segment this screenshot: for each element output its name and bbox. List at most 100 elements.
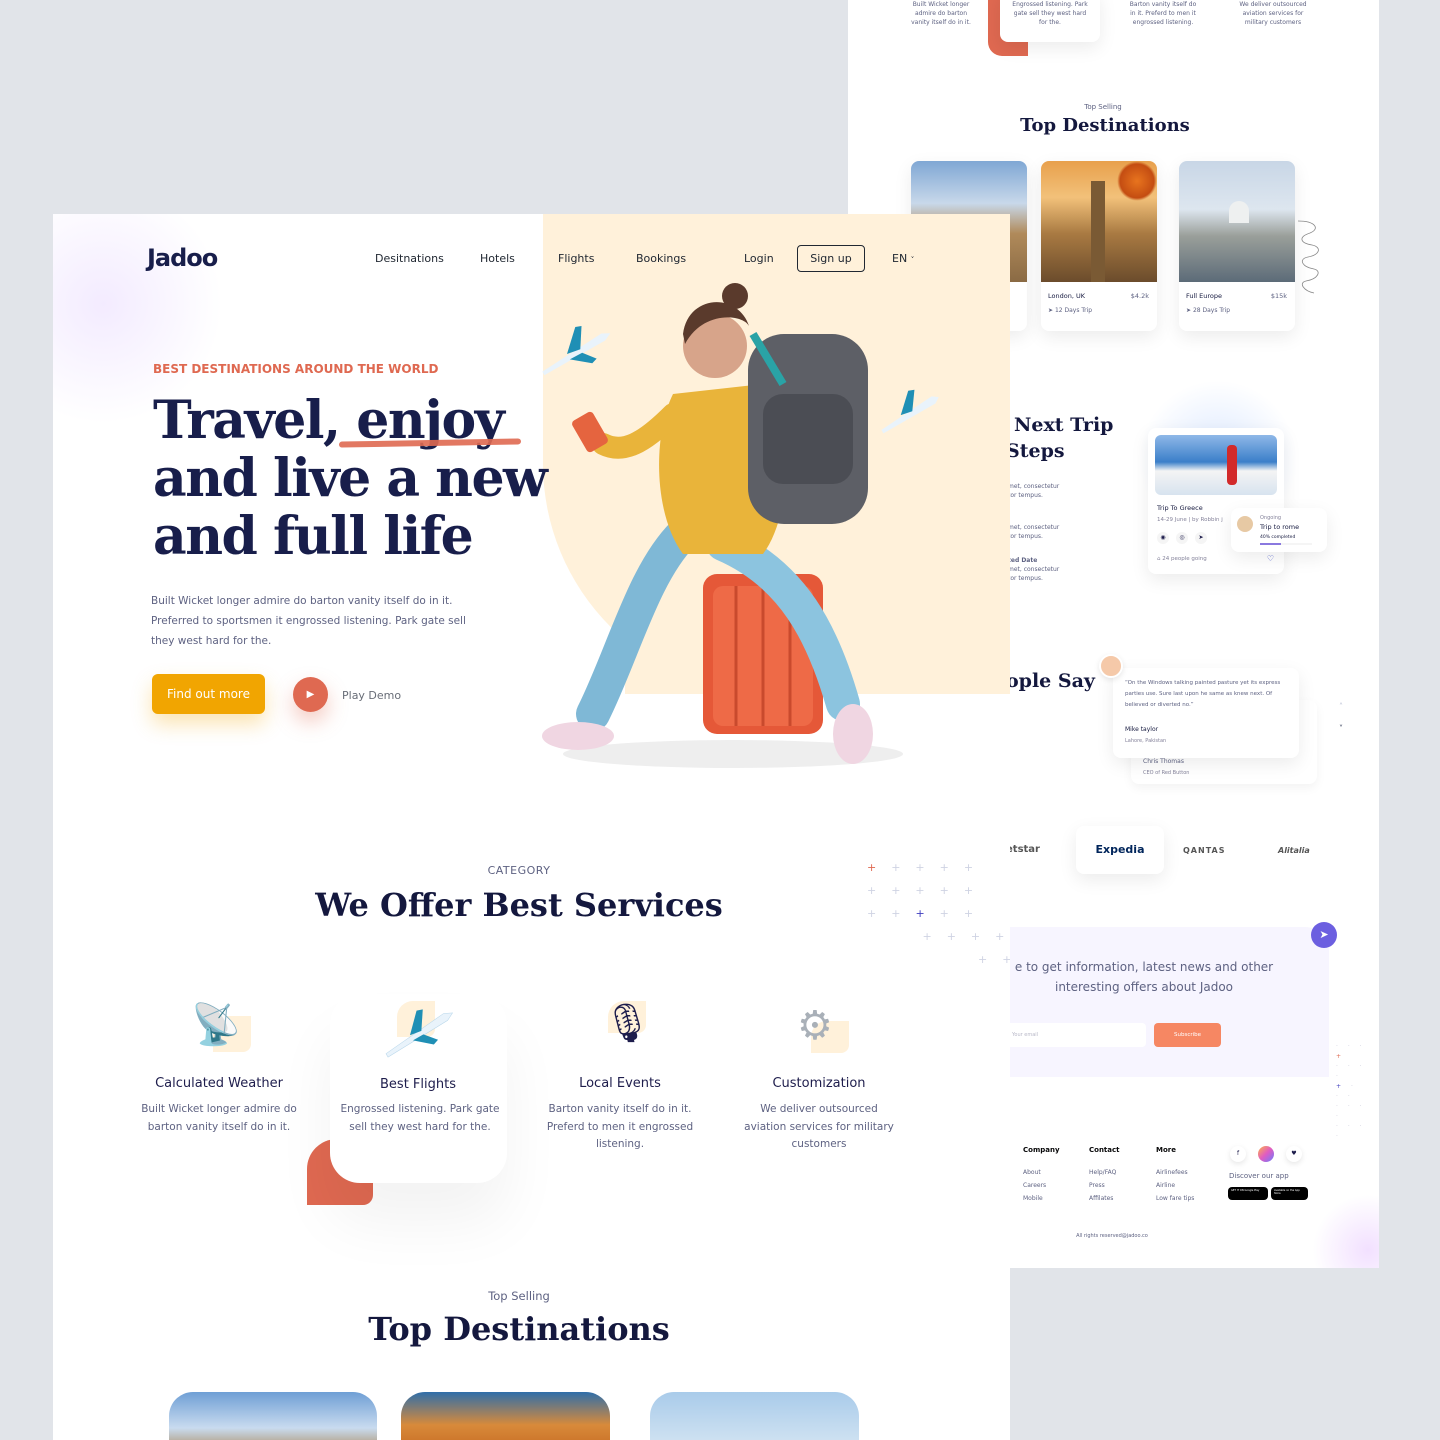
chevron-up-icon[interactable]: ˄ (1339, 702, 1343, 711)
twitter-icon[interactable]: ♥ (1286, 1146, 1302, 1162)
footer-link[interactable]: Airline (1156, 1179, 1194, 1192)
destinations-kicker: Top Selling (1084, 103, 1122, 111)
partner-logo: Expedia (1095, 843, 1145, 856)
testimonial-quote: “On the Windows talking painted pasture … (1125, 680, 1281, 708)
language-select[interactable]: EN ˅ (892, 252, 914, 265)
service-title: Customization (772, 1076, 866, 1091)
service-title: Calculated Weather (155, 1076, 283, 1091)
dot-grid: +++++++++++++++ ++++ +++ (867, 861, 1010, 966)
trip-photo (1155, 435, 1277, 495)
facebook-icon[interactable]: f (1230, 1146, 1246, 1162)
microphone-icon: 🎙 (603, 1001, 652, 1045)
testimonial-role-2: CEO of Red Button (1143, 770, 1190, 776)
testimonial-card: “On the Windows talking painted pasture … (1113, 668, 1299, 758)
footer-link[interactable]: Careers (1023, 1179, 1046, 1192)
partner-logo: Alitalia (1278, 846, 1310, 855)
trip-card-icons: ◉ ◎ ➤ (1157, 532, 1207, 544)
nav-bookings[interactable]: Bookings (636, 252, 686, 265)
headline-line-3: and full life (153, 506, 474, 567)
traveler-illustration (542, 283, 939, 768)
destinations-title: Top Destinations (1020, 115, 1190, 136)
trip-card[interactable]: Trip To Greece 14-29 June | by Robbin j … (1148, 428, 1284, 574)
google-play-badge[interactable]: GET IT ON Google Play (1228, 1187, 1268, 1200)
decorative-spiral (1297, 220, 1319, 294)
corner-glow (1308, 1190, 1379, 1268)
category-kicker: CATEGORY (487, 864, 551, 877)
footer-link[interactable]: Low fare tips (1156, 1192, 1194, 1205)
footer-link[interactable]: Press (1089, 1179, 1116, 1192)
feature-text-4: We deliver outsourced aviation services … (1239, 1, 1307, 26)
footer-link[interactable]: Mobile (1023, 1192, 1046, 1205)
destination-card[interactable]: London, UK $4.2k ➤ 12 Days Trip (1041, 161, 1157, 331)
destination-photo[interactable] (401, 1392, 610, 1440)
service-text: We deliver outsourced aviation services … (744, 1103, 894, 1150)
signup-button[interactable]: Sign up (797, 245, 865, 272)
nav-destinations[interactable]: Desitnations (375, 252, 444, 265)
ongoing-progress-track (1260, 543, 1312, 545)
top-selling-kicker: Top Selling (488, 1289, 550, 1303)
feature-card-2: Engrossed listening. Park gate sell they… (1000, 0, 1100, 42)
footer-col-title: Company (1023, 1146, 1060, 1154)
footer-col-title: More (1156, 1146, 1176, 1154)
nav-hotels[interactable]: Hotels (480, 252, 515, 265)
nav-flights[interactable]: Flights (558, 252, 594, 265)
instagram-icon[interactable] (1258, 1146, 1274, 1162)
login-link[interactable]: Login (744, 252, 774, 265)
hero-headline: Travel, enjoy and live a new and full li… (153, 392, 548, 567)
send-icon[interactable]: ➤ (1195, 532, 1207, 544)
leaf-icon[interactable]: ◉ (1157, 532, 1169, 544)
services-title: We Offer Best Services (315, 886, 723, 924)
footer-link[interactable]: About (1023, 1166, 1046, 1179)
footer-col-title: Contact (1089, 1146, 1120, 1154)
destination-photo (1179, 161, 1295, 282)
step-title-3: ted Date (1008, 557, 1038, 564)
next-trip-subtitle: Steps (1006, 440, 1065, 462)
step-text-2: met, consectetur tor tempus. (1008, 524, 1060, 540)
trip-card-meta: 14-29 June | by Robbin j (1157, 517, 1223, 523)
footer-link[interactable]: Affilates (1089, 1192, 1116, 1205)
partner-card: Expedia (1076, 826, 1164, 874)
service-text: Engrossed listening. Park gate sell they… (340, 1103, 500, 1133)
subscribe-text: e to get information, latest news and ot… (1014, 960, 1274, 994)
destination-photo[interactable] (650, 1392, 859, 1440)
heart-icon[interactable]: ♡ (1267, 554, 1274, 563)
front-page: Jadoo Desitnations Hotels Flights Bookin… (53, 214, 1010, 1440)
service-text: Built Wicket longer admire do barton van… (141, 1103, 297, 1133)
testimonial-name-2: Chris Thomas (1143, 758, 1184, 765)
top-destinations-title: Top Destinations (368, 1310, 670, 1348)
partner-logo: QANTAS (1183, 846, 1226, 855)
destination-trip: ➤ 12 Days Trip (1048, 307, 1093, 314)
destination-photo (1041, 161, 1157, 282)
find-out-more-button[interactable]: Find out more (152, 674, 265, 714)
service-title: Local Events (579, 1076, 661, 1091)
partner-logo: etstar (1006, 844, 1040, 855)
subscribe-button[interactable]: Subscribe (1154, 1023, 1221, 1047)
destination-place: Full Europe (1186, 292, 1223, 300)
email-input[interactable]: Your email (1004, 1023, 1146, 1047)
logo[interactable]: Jadoo (147, 244, 218, 272)
destination-trip: ➤ 28 Days Trip (1186, 307, 1231, 314)
language-value: EN (892, 252, 908, 265)
gear-icon: ⚙ (797, 1003, 833, 1049)
play-icon[interactable]: ▶ (293, 677, 328, 712)
testimonial-name: Mike taylor (1125, 726, 1159, 733)
footer-link[interactable]: Help/FAQ (1089, 1166, 1116, 1179)
chevron-down-icon[interactable]: ˅ (1339, 724, 1343, 733)
play-demo-label[interactable]: Play Demo (342, 689, 401, 702)
dot-grid: · · · + · · · · + · · · · · · · · · · · (1336, 1043, 1366, 1140)
hero-description: Built Wicket longer admire do barton van… (151, 595, 466, 647)
service-title: Best Flights (380, 1077, 456, 1092)
testimonial-location: Lahore, Pakistan (1125, 738, 1167, 744)
destination-card[interactable]: Full Europe $15k ➤ 28 Days Trip (1179, 161, 1295, 331)
feature-text-1: Built Wicket longer admire do barton van… (911, 1, 971, 26)
app-store-badge[interactable]: Available on the App Store (1271, 1187, 1308, 1200)
ongoing-label: Ongoing (1260, 515, 1282, 521)
trip-card-people: ⌂ 24 people going (1157, 556, 1207, 562)
map-icon[interactable]: ◎ (1176, 532, 1188, 544)
ongoing-progress-text: 40% completed (1260, 535, 1296, 540)
next-trip-title: Next Trip (1014, 414, 1114, 436)
destination-photo[interactable] (169, 1392, 377, 1440)
headline-line-2: and live a new (153, 448, 548, 509)
trip-card-title: Trip To Greece (1157, 504, 1203, 512)
footer-link[interactable]: Airlinefees (1156, 1166, 1194, 1179)
